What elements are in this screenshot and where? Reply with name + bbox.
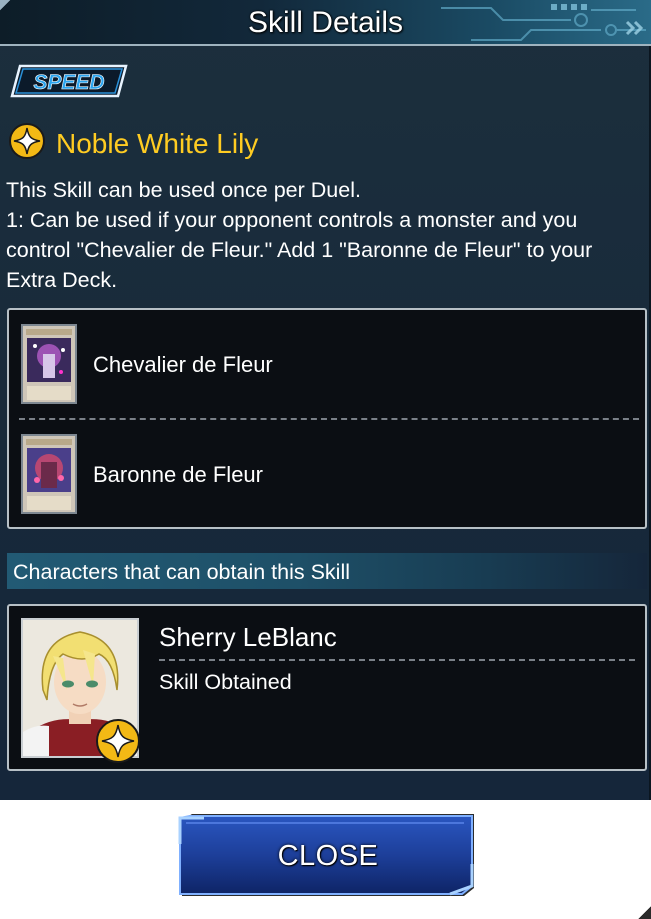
section-title: Characters that can obtain this Skill [13,560,350,584]
card-thumbnail[interactable] [21,324,77,404]
card-item-baronne[interactable]: Baronne de Fleur [9,426,645,526]
card-thumb-namebar [26,439,72,445]
star-skill-icon [9,123,45,159]
close-button-label: CLOSE [277,839,379,872]
character-name: Sherry LeBlanc [159,622,337,652]
corner-decoration [637,905,651,919]
close-button[interactable]: CLOSE [178,814,478,898]
characters-section-header: Characters that can obtain this Skill [7,553,647,589]
skill-details-panel: Skill Details SPEED Noble White Lily Thi… [0,0,651,800]
card-art-icon [27,338,71,382]
skill-description: This Skill can be used once per Duel. 1:… [6,175,646,295]
skill-obtained-star-icon [96,719,140,763]
card-item-chevalier[interactable]: Chevalier de Fleur [9,316,645,416]
card-thumbnail[interactable] [21,434,77,514]
header-bar: Skill Details [0,0,651,46]
skill-description-line-1: This Skill can be used once per Duel. [6,178,361,202]
page-title: Skill Details [247,6,404,39]
speed-skill-badge-icon: SPEED [10,64,128,98]
skill-description-line-2: 1: Can be used if your opponent controls… [6,208,593,292]
skill-name: Noble White Lily [56,128,259,159]
card-thumb-textbox [27,386,71,400]
card-thumb-textbox [27,496,71,510]
speed-badge-text: SPEED [33,71,104,94]
related-cards-list: Chevalier de Fleur Baronne de Fleur [7,308,647,529]
card-divider [19,418,639,420]
card-art-icon [27,448,71,492]
character-skill-status: Skill Obtained [159,670,292,694]
card-thumb-namebar [26,329,72,335]
card-name: Baronne de Fleur [93,462,263,487]
character-divider [159,659,635,661]
character-list-item[interactable]: Sherry LeBlanc Skill Obtained [7,604,647,771]
card-name: Chevalier de Fleur [93,352,273,377]
